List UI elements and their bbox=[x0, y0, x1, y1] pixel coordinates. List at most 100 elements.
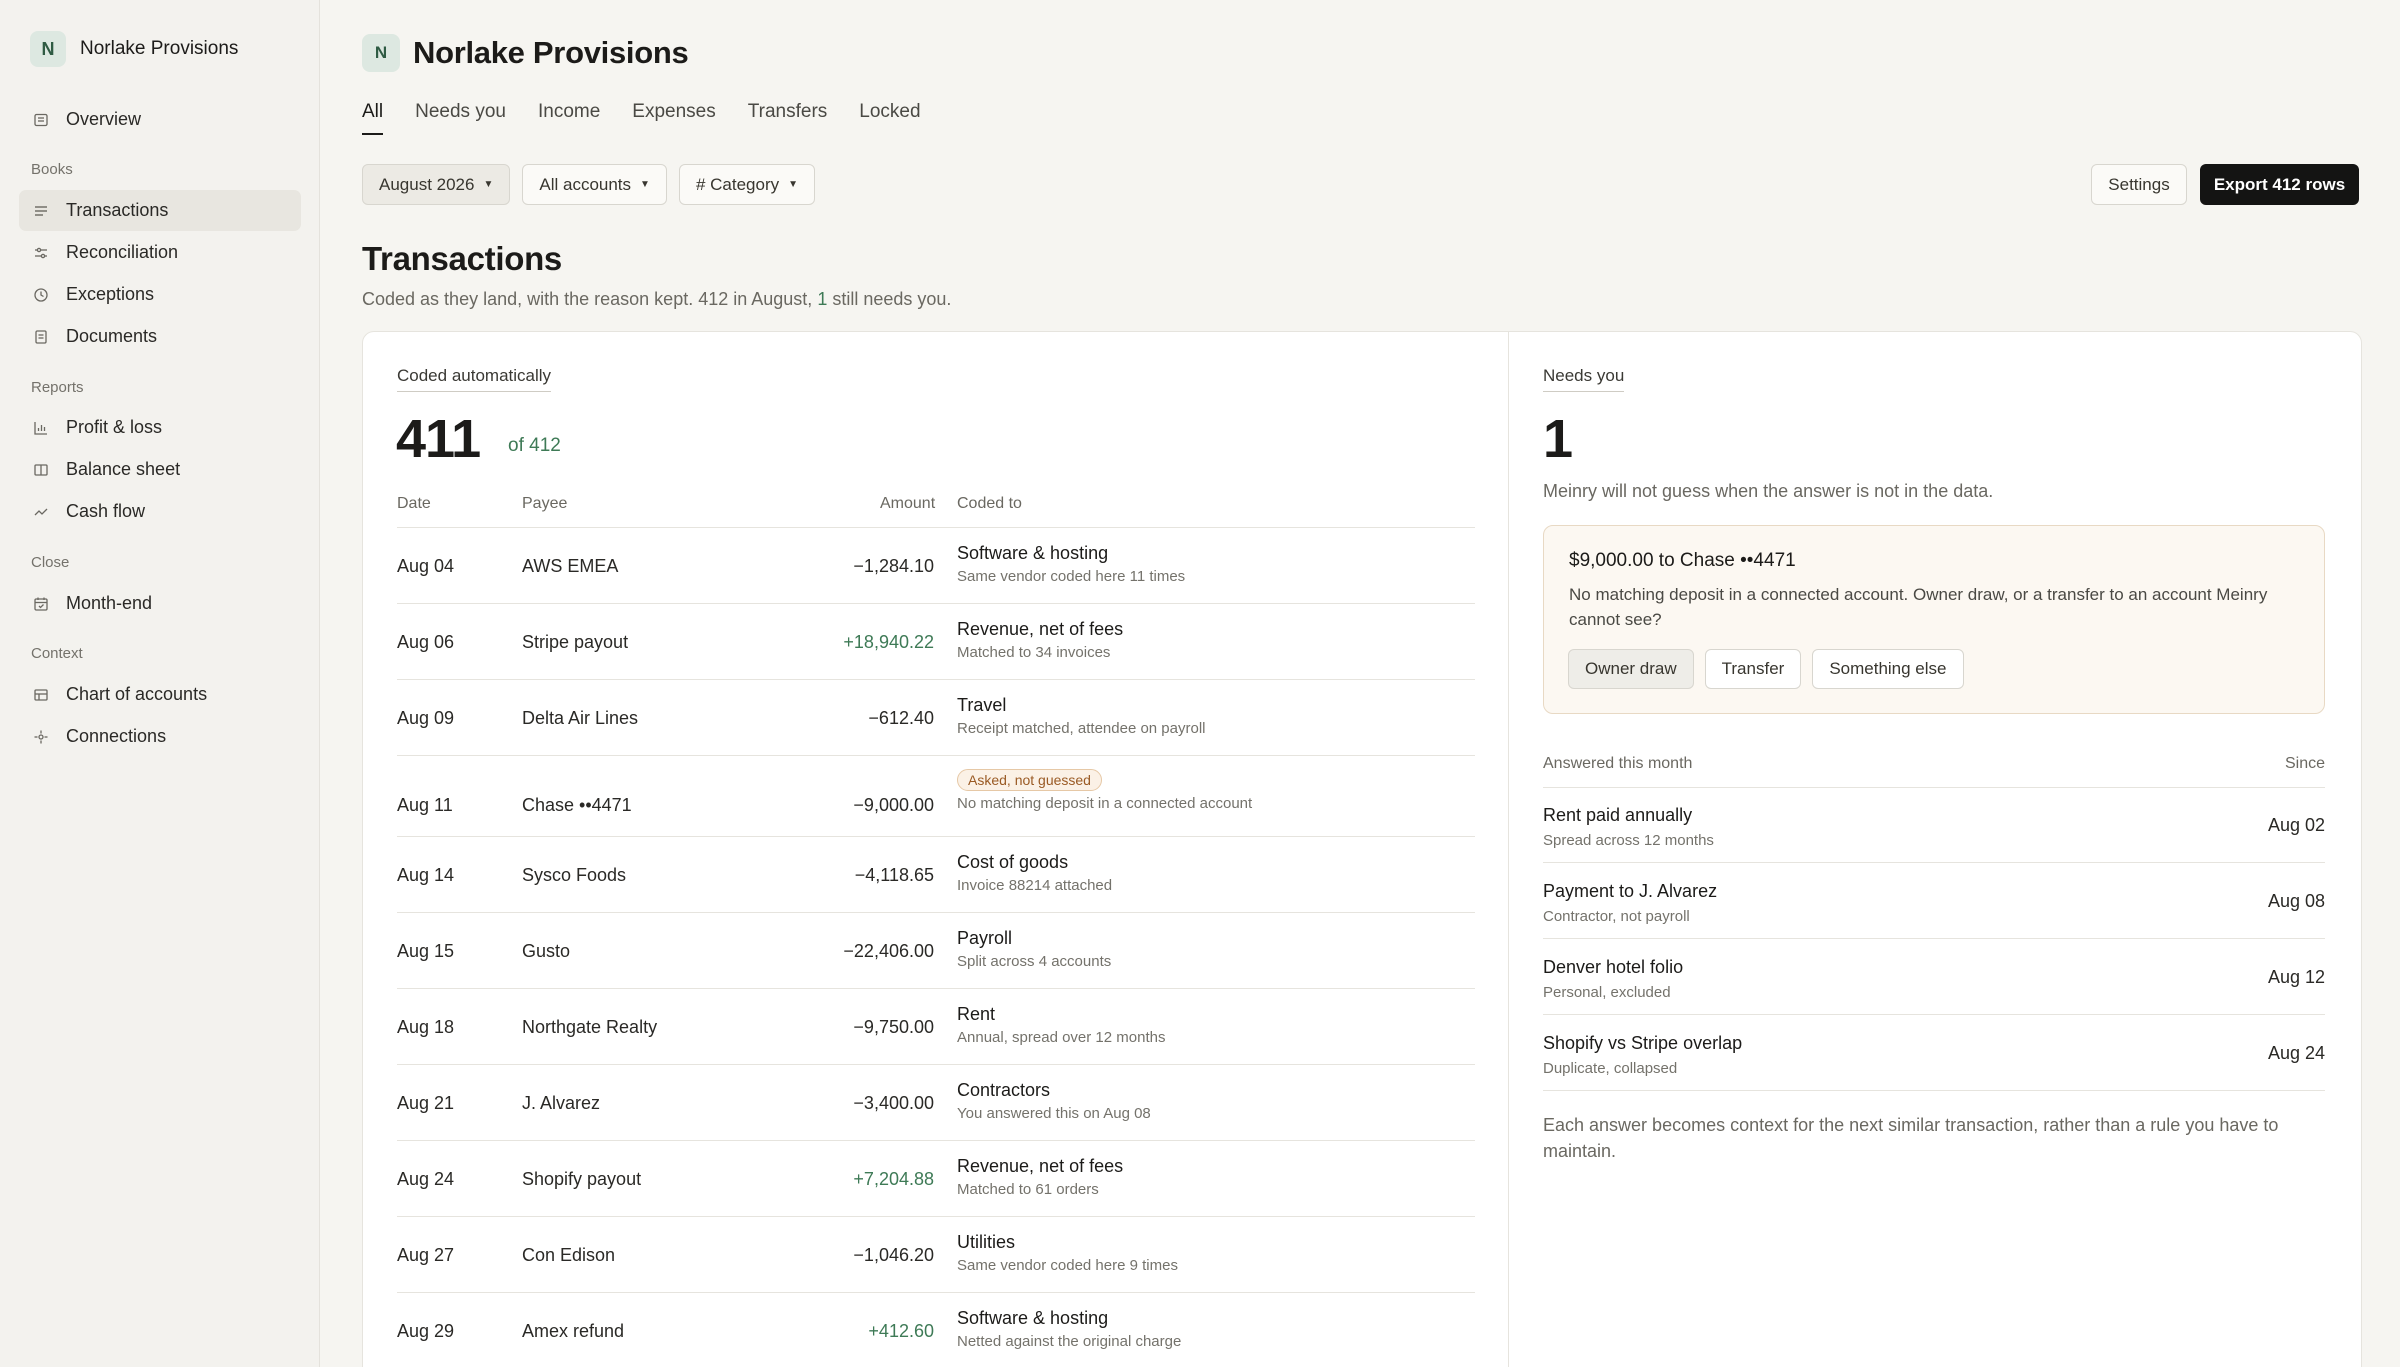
table-row[interactable]: Aug 09 Delta Air Lines −612.40 Travel Receip… bbox=[397, 680, 1475, 756]
answered-item-detail: Contractor, not payroll bbox=[1543, 908, 1690, 925]
category-filter[interactable]: # Category ▼ bbox=[678, 164, 816, 205]
sidebar-item-chart-of-accounts[interactable]: Chart of accounts bbox=[19, 674, 301, 715]
accounts-filter-label: All accounts bbox=[539, 174, 632, 194]
row-coded-to[interactable]: Payroll Split across 4 accounts bbox=[957, 928, 1111, 970]
tab-transfers[interactable]: Transfers bbox=[748, 101, 828, 135]
table-row[interactable]: Aug 15 Gusto −22,406.00 Payroll Split across… bbox=[397, 913, 1475, 989]
company-logo: N bbox=[30, 31, 66, 67]
row-amount: +412.60 bbox=[868, 1321, 934, 1341]
tab-needs-you[interactable]: Needs you bbox=[415, 101, 506, 135]
row-coded-to[interactable]: Revenue, net of fees Matched to 61 orders bbox=[957, 1156, 1123, 1198]
table-row[interactable]: Aug 21 J. Alvarez −3,400.00 Contractors You … bbox=[397, 1065, 1475, 1141]
sidebar-item-label: Exceptions bbox=[66, 284, 155, 304]
row-coded-to[interactable]: Revenue, net of fees Matched to 34 invoic… bbox=[957, 619, 1123, 661]
sidebar-item-connections[interactable]: Connections bbox=[19, 716, 301, 757]
table-row[interactable]: Aug 11 Chase ••4471 −9,000.00 Asked, not gu… bbox=[397, 756, 1475, 837]
sliders-icon bbox=[32, 244, 50, 262]
answered-item-detail: Duplicate, collapsed bbox=[1543, 1060, 1678, 1077]
document-icon bbox=[32, 328, 50, 346]
sidebar-item-cash-flow[interactable]: Cash flow bbox=[19, 491, 301, 532]
row-date: Aug 15 bbox=[397, 941, 455, 961]
row-reason: Invoice 88214 attached bbox=[957, 877, 1113, 894]
period-filter[interactable]: August 2026 ▼ bbox=[362, 164, 511, 205]
table-row[interactable]: Aug 24 Shopify payout +7,204.88 Revenue, ne… bbox=[397, 1141, 1475, 1217]
section-title: Transactions bbox=[362, 240, 562, 277]
row-category: Software & hosting bbox=[957, 543, 1109, 563]
answered-item-date: Aug 02 bbox=[2267, 815, 2325, 835]
answered-item[interactable]: Shopify vs Stripe overlap Duplicate, coll… bbox=[1543, 1016, 2325, 1091]
sidebar-section-context: Context bbox=[31, 645, 83, 662]
row-date: Aug 24 bbox=[397, 1169, 455, 1189]
accounts-filter[interactable]: All accounts ▼ bbox=[522, 164, 667, 205]
row-coded-to[interactable]: Asked, not guessed No matching deposit in… bbox=[957, 769, 1252, 812]
row-coded-to[interactable]: Software & hosting Same vendor coded here… bbox=[957, 543, 1185, 585]
sidebar-item-month-end[interactable]: Month-end bbox=[19, 583, 301, 624]
tab-income[interactable]: Income bbox=[538, 101, 600, 135]
table-row[interactable]: Aug 18 Northgate Realty −9,750.00 Rent Annua… bbox=[397, 989, 1475, 1065]
calendar-icon bbox=[32, 595, 50, 613]
connections-icon bbox=[32, 728, 50, 746]
row-coded-to[interactable]: Rent Annual, spread over 12 months bbox=[957, 1004, 1165, 1046]
row-payee: Shopify payout bbox=[522, 1169, 642, 1189]
row-category: Rent bbox=[957, 1004, 996, 1024]
question-callout: $9,000.00 to Chase ••4471 No matching de… bbox=[1543, 525, 2325, 714]
row-reason: Receipt matched, attendee on payroll bbox=[957, 720, 1206, 737]
table-row[interactable]: Aug 06 Stripe payout +18,940.22 Revenue, ne… bbox=[397, 604, 1475, 680]
sidebar-item-transactions[interactable]: Transactions bbox=[19, 190, 301, 231]
row-payee: Amex refund bbox=[522, 1321, 625, 1341]
row-date: Aug 04 bbox=[397, 556, 455, 576]
coded-automatically-label: Coded automatically bbox=[397, 366, 552, 392]
transfer-button[interactable]: Transfer bbox=[1704, 649, 1802, 689]
tab-bar: All Needs you Income Expenses Transfers … bbox=[362, 101, 953, 135]
owner-draw-button[interactable]: Owner draw bbox=[1568, 649, 1694, 689]
export-button[interactable]: Export 412 rows bbox=[2200, 164, 2359, 205]
sidebar-item-label: Balance sheet bbox=[66, 459, 181, 479]
row-date: Aug 11 bbox=[397, 795, 453, 815]
sidebar-item-overview[interactable]: Overview bbox=[19, 99, 301, 140]
workspace-switcher[interactable]: N Norlake Provisions bbox=[30, 31, 238, 67]
row-amount: −9,750.00 bbox=[853, 1017, 934, 1037]
answered-item-detail: Spread across 12 months bbox=[1543, 832, 1714, 849]
row-coded-to[interactable]: Software & hosting Netted against the ori… bbox=[957, 1308, 1181, 1350]
table-row[interactable]: Aug 29 Amex refund +412.60 Software & hosti… bbox=[397, 1293, 1475, 1367]
sidebar-item-reconciliation[interactable]: Reconciliation bbox=[19, 232, 301, 273]
status-badge: Asked, not guessed bbox=[957, 769, 1102, 791]
coded-total: of 412 bbox=[508, 435, 561, 456]
something-else-button[interactable]: Something else bbox=[1812, 649, 1964, 689]
answered-item[interactable]: Payment to J. Alvarez Contractor, not pay… bbox=[1543, 864, 2325, 939]
sidebar-item-balance-sheet[interactable]: Balance sheet bbox=[19, 449, 301, 490]
row-payee: Sysco Foods bbox=[522, 865, 627, 885]
answered-item[interactable]: Rent paid annually Spread across 12 month… bbox=[1543, 788, 2325, 863]
row-reason: Same vendor coded here 11 times bbox=[957, 568, 1186, 585]
row-coded-to[interactable]: Cost of goods Invoice 88214 attached bbox=[957, 852, 1112, 894]
caret-down-icon: ▼ bbox=[788, 179, 799, 190]
sidebar-item-documents[interactable]: Documents bbox=[19, 316, 301, 357]
bar-chart-icon bbox=[32, 419, 50, 437]
row-coded-to[interactable]: Travel Receipt matched, attendee on payro… bbox=[957, 695, 1206, 737]
row-reason: Matched to 34 invoices bbox=[957, 644, 1111, 661]
page-title: Norlake Provisions bbox=[413, 35, 689, 70]
row-category: Revenue, net of fees bbox=[957, 1156, 1124, 1176]
row-coded-to[interactable]: Utilities Same vendor coded here 9 times bbox=[957, 1232, 1178, 1274]
tab-all[interactable]: All bbox=[362, 101, 384, 135]
question-text: No matching deposit in a connected accou… bbox=[1569, 585, 2268, 629]
row-reason: Split across 4 accounts bbox=[957, 953, 1112, 970]
settings-button[interactable]: Settings bbox=[2091, 164, 2187, 205]
needs-you-label: Needs you bbox=[1543, 366, 1625, 392]
row-date: Aug 09 bbox=[397, 708, 455, 728]
row-date: Aug 06 bbox=[397, 632, 455, 652]
row-date: Aug 27 bbox=[397, 1245, 455, 1265]
table-row[interactable]: Aug 04 AWS EMEA −1,284.10 Software & hostin… bbox=[397, 528, 1475, 604]
answered-item[interactable]: Denver hotel folio Personal, excluded Aug … bbox=[1543, 940, 2325, 1015]
row-amount: +7,204.88 bbox=[853, 1169, 934, 1189]
row-category: Cost of goods bbox=[957, 852, 1069, 872]
sidebar: N Norlake Provisions Overview Books Tran… bbox=[0, 0, 320, 1367]
sidebar-item-exceptions[interactable]: Exceptions bbox=[19, 274, 301, 315]
needs-you-count: 1 bbox=[1543, 409, 1573, 469]
row-coded-to[interactable]: Contractors You answered this on Aug 08 bbox=[957, 1080, 1151, 1122]
table-row[interactable]: Aug 27 Con Edison −1,046.20 Utilities Same v… bbox=[397, 1217, 1475, 1293]
tab-locked[interactable]: Locked bbox=[859, 101, 920, 135]
sidebar-item-profit-loss[interactable]: Profit & loss bbox=[19, 407, 301, 448]
table-row[interactable]: Aug 14 Sysco Foods −4,118.65 Cost of goods I… bbox=[397, 837, 1475, 913]
tab-expenses[interactable]: Expenses bbox=[632, 101, 715, 135]
